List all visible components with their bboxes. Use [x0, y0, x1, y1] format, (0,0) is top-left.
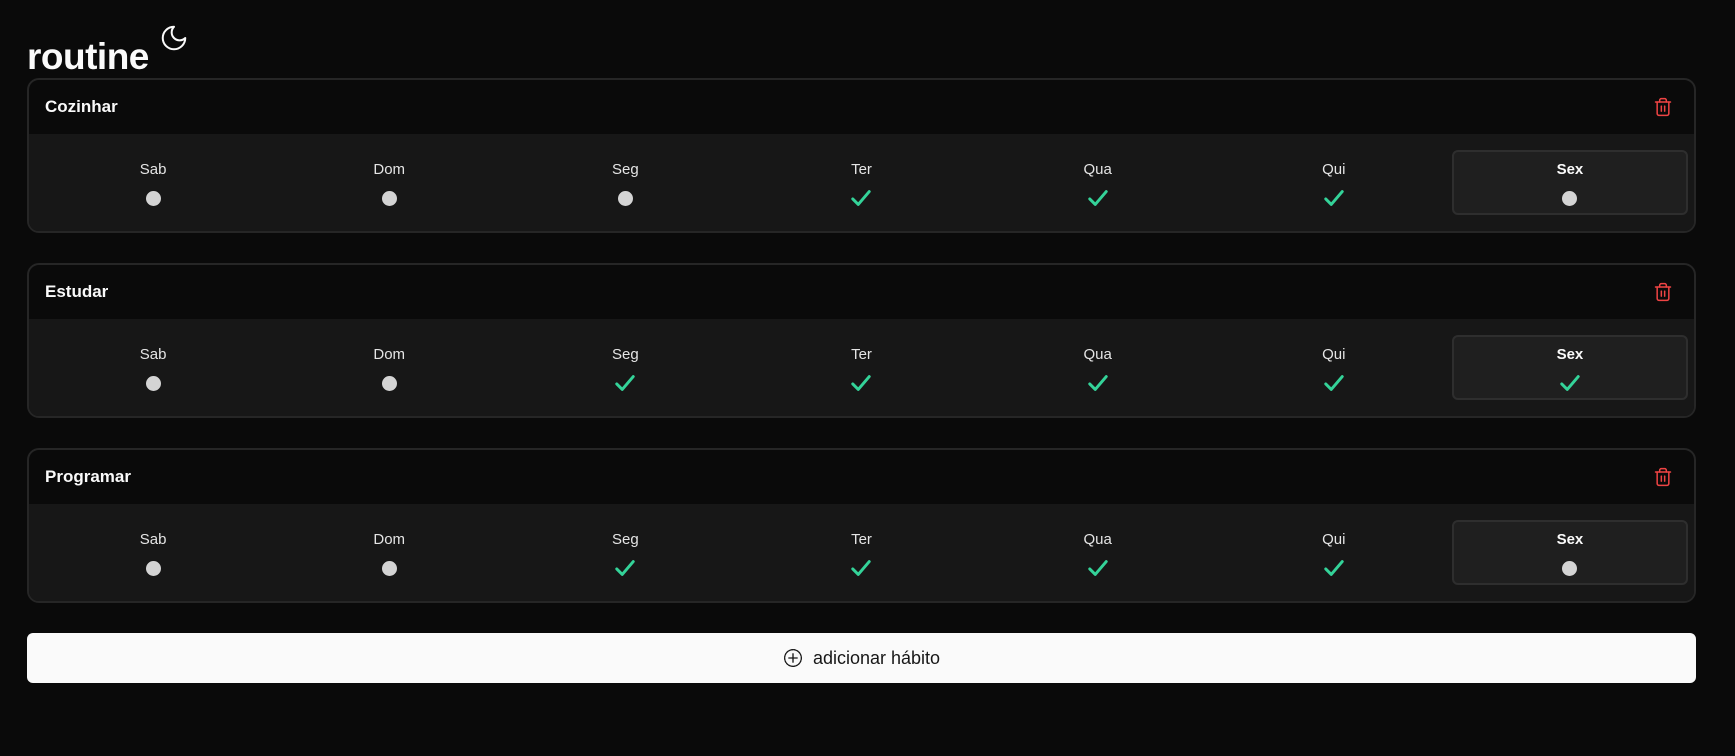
- page: routine Cozinhar Sab Dom Seg Ter Qua Qui: [0, 0, 1735, 756]
- day-toggle-qui[interactable]: Qui: [1216, 520, 1452, 585]
- day-label: Seg: [612, 346, 639, 363]
- delete-habit-button[interactable]: [1650, 464, 1676, 490]
- day-label: Qui: [1322, 346, 1346, 363]
- pending-dot-icon: [617, 190, 633, 206]
- moon-icon: [161, 25, 187, 51]
- habit-header: Cozinhar: [29, 80, 1694, 134]
- app-title: routine: [27, 36, 149, 77]
- habit-list: Cozinhar Sab Dom Seg Ter Qua Qui Sex Est…: [27, 78, 1708, 603]
- day-toggle-sex[interactable]: Sex: [1451, 335, 1688, 400]
- check-icon: [1324, 190, 1344, 206]
- day-label: Ter: [851, 161, 872, 178]
- trash-icon: [1654, 467, 1672, 487]
- check-icon: [851, 190, 872, 206]
- pending-dot-icon: [145, 560, 161, 576]
- habit-card: Programar Sab Dom Seg Ter Qua Qui Sex: [27, 448, 1696, 603]
- pending-dot-icon: [381, 560, 397, 576]
- pending-dot-icon: [381, 375, 397, 391]
- day-toggle-dom[interactable]: Dom: [271, 150, 507, 215]
- add-habit-button[interactable]: adicionar hábito: [27, 633, 1696, 683]
- day-label: Seg: [612, 161, 639, 178]
- day-toggle-seg[interactable]: Seg: [507, 150, 743, 215]
- day-toggle-seg[interactable]: Seg: [507, 520, 743, 585]
- day-label: Seg: [612, 531, 639, 548]
- habit-days: Sab Dom Seg Ter Qua Qui Sex: [29, 319, 1694, 416]
- day-label: Dom: [373, 346, 406, 363]
- day-label: Sex: [1556, 161, 1584, 178]
- check-icon: [615, 560, 636, 576]
- day-label: Qua: [1083, 531, 1112, 548]
- pending-dot-icon: [1562, 560, 1578, 576]
- day-label: Sab: [139, 531, 167, 548]
- habit-name: Programar: [45, 467, 131, 486]
- day-toggle-sab[interactable]: Sab: [35, 150, 271, 215]
- day-toggle-qua[interactable]: Qua: [980, 520, 1216, 585]
- check-icon: [615, 375, 636, 391]
- habit-card: Estudar Sab Dom Seg Ter Qua Qui Sex: [27, 263, 1696, 418]
- check-icon: [851, 560, 872, 576]
- habit-header: Programar: [29, 450, 1694, 504]
- day-label: Qui: [1322, 161, 1346, 178]
- header: routine: [27, 0, 1708, 78]
- day-label: Sex: [1556, 531, 1584, 548]
- day-toggle-ter[interactable]: Ter: [743, 335, 979, 400]
- day-toggle-qui[interactable]: Qui: [1216, 150, 1452, 215]
- plus-circle-icon: [783, 648, 803, 668]
- day-toggle-dom[interactable]: Dom: [271, 335, 507, 400]
- day-label: Qui: [1322, 531, 1346, 548]
- day-label: Dom: [373, 161, 406, 178]
- day-toggle-sex[interactable]: Sex: [1451, 520, 1688, 585]
- day-label: Dom: [373, 531, 406, 548]
- habit-days: Sab Dom Seg Ter Qua Qui Sex: [29, 134, 1694, 231]
- delete-habit-button[interactable]: [1650, 94, 1676, 120]
- day-toggle-qua[interactable]: Qua: [980, 335, 1216, 400]
- day-toggle-qui[interactable]: Qui: [1216, 335, 1452, 400]
- check-icon: [1087, 190, 1108, 206]
- check-icon: [1560, 375, 1580, 391]
- add-habit-label: adicionar hábito: [812, 647, 941, 668]
- check-icon: [1324, 560, 1344, 576]
- check-icon: [1324, 375, 1344, 391]
- day-label: Sab: [139, 346, 167, 363]
- day-toggle-seg[interactable]: Seg: [507, 335, 743, 400]
- check-icon: [1087, 560, 1108, 576]
- delete-habit-button[interactable]: [1650, 279, 1676, 305]
- pending-dot-icon: [145, 375, 161, 391]
- day-toggle-sab[interactable]: Sab: [35, 520, 271, 585]
- day-toggle-dom[interactable]: Dom: [271, 520, 507, 585]
- habit-header: Estudar: [29, 265, 1694, 319]
- day-label: Ter: [851, 531, 872, 548]
- pending-dot-icon: [381, 190, 397, 206]
- habit-name: Estudar: [45, 282, 109, 301]
- day-toggle-sab[interactable]: Sab: [35, 335, 271, 400]
- day-toggle-sex[interactable]: Sex: [1451, 150, 1688, 215]
- habit-card: Cozinhar Sab Dom Seg Ter Qua Qui Sex: [27, 78, 1696, 233]
- habit-days: Sab Dom Seg Ter Qua Qui Sex: [29, 504, 1694, 601]
- check-icon: [851, 375, 872, 391]
- pending-dot-icon: [1562, 190, 1578, 206]
- trash-icon: [1654, 97, 1672, 117]
- day-label: Sab: [139, 161, 167, 178]
- habit-name: Cozinhar: [45, 97, 118, 116]
- day-toggle-ter[interactable]: Ter: [743, 520, 979, 585]
- trash-icon: [1654, 282, 1672, 302]
- day-label: Ter: [851, 346, 872, 363]
- day-toggle-qua[interactable]: Qua: [980, 150, 1216, 215]
- day-toggle-ter[interactable]: Ter: [743, 150, 979, 215]
- check-icon: [1087, 375, 1108, 391]
- day-label: Sex: [1556, 346, 1584, 363]
- theme-toggle-button[interactable]: [159, 22, 191, 54]
- pending-dot-icon: [145, 190, 161, 206]
- day-label: Qua: [1083, 161, 1112, 178]
- day-label: Qua: [1083, 346, 1112, 363]
